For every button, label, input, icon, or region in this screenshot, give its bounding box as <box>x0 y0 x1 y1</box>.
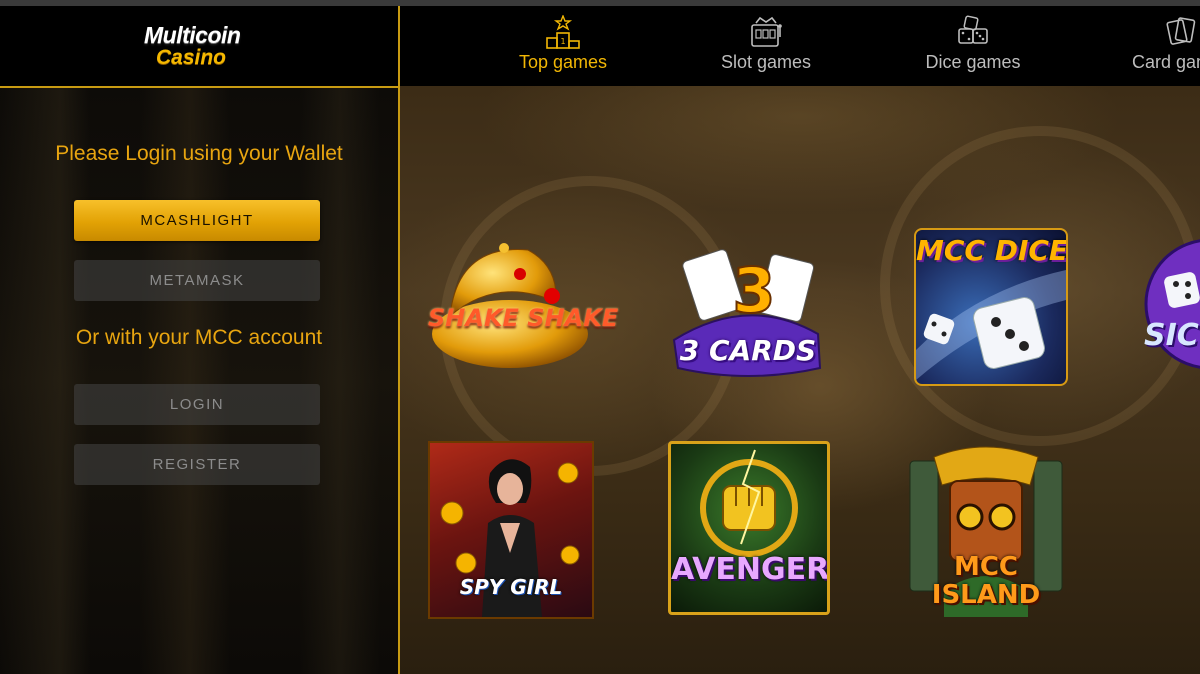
nav-top-games[interactable]: 1 Top games <box>508 6 618 86</box>
game-tile-3-cards[interactable]: 3 3 CARDS <box>668 234 828 380</box>
svg-text:1: 1 <box>560 37 565 46</box>
login-button[interactable]: LOGIN <box>74 384 320 425</box>
game-tile-sic[interactable]: SIC <box>1144 238 1200 370</box>
nav-slot-games-label: Slot games <box>720 52 812 72</box>
sidebar: Multicoin Casino Please Login using your… <box>0 6 398 674</box>
nav-top-games-label: Top games <box>518 52 608 72</box>
nav-dice-games-label: Dice games <box>925 52 1021 72</box>
metamask-button[interactable]: METAMASK <box>74 260 320 301</box>
nav-card-games-label: Card games <box>1131 52 1200 72</box>
nav-dice-games[interactable]: Dice games <box>918 6 1028 86</box>
game-title-shake-shake: SHAKE SHAKE <box>428 304 619 332</box>
login-panel: Please Login using your Wallet MCASHLIGH… <box>0 88 398 674</box>
game-tile-mcc-island[interactable]: MCC ISLAND <box>904 441 1068 617</box>
mcc-account-title: Or with your MCC account <box>75 326 323 349</box>
logo-area: Multicoin Casino <box>0 6 398 88</box>
logo-text-multicoin: Multicoin <box>144 22 241 48</box>
cards-icon <box>1163 14 1199 50</box>
game-title-spy-girl: SPY GIRL <box>459 575 563 599</box>
nav-card-games[interactable]: Card games <box>1126 6 1200 86</box>
game-title-sic: SIC <box>1144 318 1199 353</box>
game-category-nav: 1 Top games Slot games Dice games Card g… <box>400 6 1200 86</box>
podium-icon: 1 <box>545 14 581 50</box>
game-title-avenger: AVENGER <box>671 552 830 587</box>
dice-icon <box>955 14 991 50</box>
game-tile-avenger[interactable]: AVENGER <box>668 441 830 615</box>
wallet-login-title: Please Login using your Wallet <box>55 142 343 165</box>
game-tile-shake-shake[interactable]: SHAKE SHAKE <box>428 236 619 376</box>
game-title-mcc-dice: MCC DICE <box>916 234 1068 267</box>
logo-text-casino: Casino <box>156 46 227 69</box>
game-title-mcc-island: MCC ISLAND <box>931 552 1041 610</box>
game-tile-spy-girl[interactable]: SPY GIRL <box>428 441 594 619</box>
svg-text:3: 3 <box>732 254 775 327</box>
slot-machine-icon <box>748 14 784 50</box>
game-title-3-cards: 3 CARDS <box>679 334 817 367</box>
register-button[interactable]: REGISTER <box>74 444 320 485</box>
games-area: SHAKE SHAKE 3 3 CARDS MCC DICE SIC SPY G… <box>400 86 1200 674</box>
logo[interactable]: Multicoin Casino <box>140 20 270 76</box>
nav-slot-games[interactable]: Slot games <box>710 6 822 86</box>
mcashlight-button[interactable]: MCASHLIGHT <box>74 200 320 241</box>
game-tile-mcc-dice[interactable]: MCC DICE <box>914 228 1068 386</box>
